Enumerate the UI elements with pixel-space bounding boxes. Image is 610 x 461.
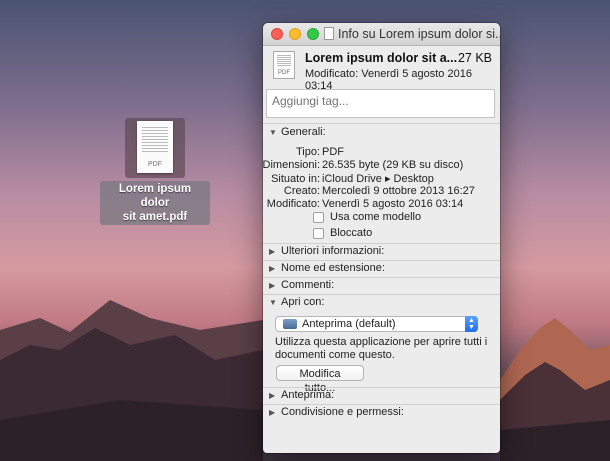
tags-input[interactable] (267, 90, 494, 117)
section-sharing-permissions-label: Condivisione e permessi: (281, 406, 404, 418)
divider (263, 260, 500, 261)
section-more-info-label: Ulteriori informazioni: (281, 245, 385, 257)
section-preview[interactable]: ▶ Anteprima: (269, 389, 334, 401)
document-icon (324, 27, 334, 40)
section-comments[interactable]: ▶ Commenti: (269, 279, 334, 291)
section-name-extension-label: Nome ed estensione: (281, 262, 385, 274)
locked-checkbox-row[interactable]: Bloccato (313, 227, 372, 239)
zoom-button[interactable] (307, 28, 319, 40)
section-open-with-label: Apri con: (281, 296, 325, 308)
divider (263, 243, 500, 244)
section-preview-label: Anteprima: (281, 389, 335, 401)
disclosure-triangle-down-icon[interactable]: ▼ (269, 128, 277, 137)
file-icon-extension: PDF (278, 70, 290, 76)
section-general[interactable]: ▼ Generali: (269, 126, 326, 138)
open-with-description: Utilizza questa applicazione per aprire … (275, 336, 488, 361)
window-title: Info su Lorem ipsum dolor si... (338, 27, 500, 41)
disclosure-triangle-down-icon[interactable]: ▼ (269, 298, 277, 307)
updown-chevron-icon: ▲ ▼ (465, 316, 478, 332)
open-with-selected-app: Anteprima (default) (302, 318, 396, 330)
disclosure-triangle-right-icon[interactable]: ▶ (269, 264, 277, 273)
info-header: PDF Lorem ipsum dolor sit a... 27 KB Mod… (263, 46, 500, 92)
divider (263, 294, 500, 295)
disclosure-triangle-right-icon[interactable]: ▶ (269, 391, 277, 400)
divider (263, 404, 500, 405)
title-bar[interactable]: Info su Lorem ipsum dolor si... (263, 23, 500, 46)
info-window: Info su Lorem ipsum dolor si... PDF Lore… (263, 23, 500, 453)
desktop-file-label[interactable]: Lorem ipsum dolor sit amet.pdf (100, 181, 210, 225)
stationery-checkbox-label: Usa come modello (330, 211, 422, 223)
section-comments-label: Commenti: (281, 279, 335, 291)
info-row-size: Dimensioni: 26.535 byte (29 KB su disco) (263, 159, 464, 171)
file-name: Lorem ipsum dolor sit a... (305, 51, 458, 65)
section-general-label: Generali: (281, 126, 326, 138)
disclosure-triangle-right-icon[interactable]: ▶ (269, 408, 277, 417)
section-sharing-permissions[interactable]: ▶ Condivisione e permessi: (269, 406, 404, 418)
info-row-type: Tipo: PDF (295, 146, 344, 158)
info-row-location: Situato in: iCloud Drive ▸ Desktop (271, 173, 434, 185)
info-row-modified: Modificato: Venerdì 5 agosto 2016 03:14 (266, 198, 464, 210)
close-button[interactable] (271, 28, 283, 40)
desktop-file-icon[interactable]: PDF Lorem ipsum dolor sit amet.pdf (100, 118, 210, 225)
stationery-checkbox[interactable] (313, 211, 324, 223)
section-open-with[interactable]: ▼ Apri con: (269, 296, 324, 308)
disclosure-triangle-right-icon[interactable]: ▶ (269, 247, 277, 256)
divider (263, 387, 500, 388)
preview-app-icon (283, 319, 297, 329)
open-with-select[interactable]: Anteprima (default) ▲ ▼ (275, 316, 478, 332)
desktop-file-label-line2: sit amet.pdf (122, 211, 188, 223)
locked-checkbox[interactable] (313, 227, 324, 239)
locked-checkbox-label: Bloccato (330, 227, 373, 239)
pdf-file-icon: PDF (273, 51, 295, 79)
desktop-file-label-line1: Lorem ipsum dolor (118, 183, 192, 209)
minimize-button[interactable] (289, 28, 301, 40)
divider (263, 123, 500, 124)
section-name-extension[interactable]: ▶ Nome ed estensione: (269, 262, 385, 274)
tags-field-wrapper (266, 89, 495, 118)
info-row-created: Creato: Mercoledì 9 ottobre 2013 16:27 (283, 185, 475, 197)
thumbnail-extension: PDF (148, 161, 162, 168)
file-size: 27 KB (457, 51, 492, 65)
section-more-info[interactable]: ▶ Ulteriori informazioni: (269, 245, 384, 257)
disclosure-triangle-right-icon[interactable]: ▶ (269, 281, 277, 290)
pdf-document-icon: PDF (137, 121, 173, 173)
stationery-checkbox-row[interactable]: Usa come modello (313, 211, 421, 223)
change-all-button[interactable]: Modifica tutto... (276, 365, 364, 394)
divider (263, 277, 500, 278)
file-thumbnail: PDF (125, 118, 185, 178)
